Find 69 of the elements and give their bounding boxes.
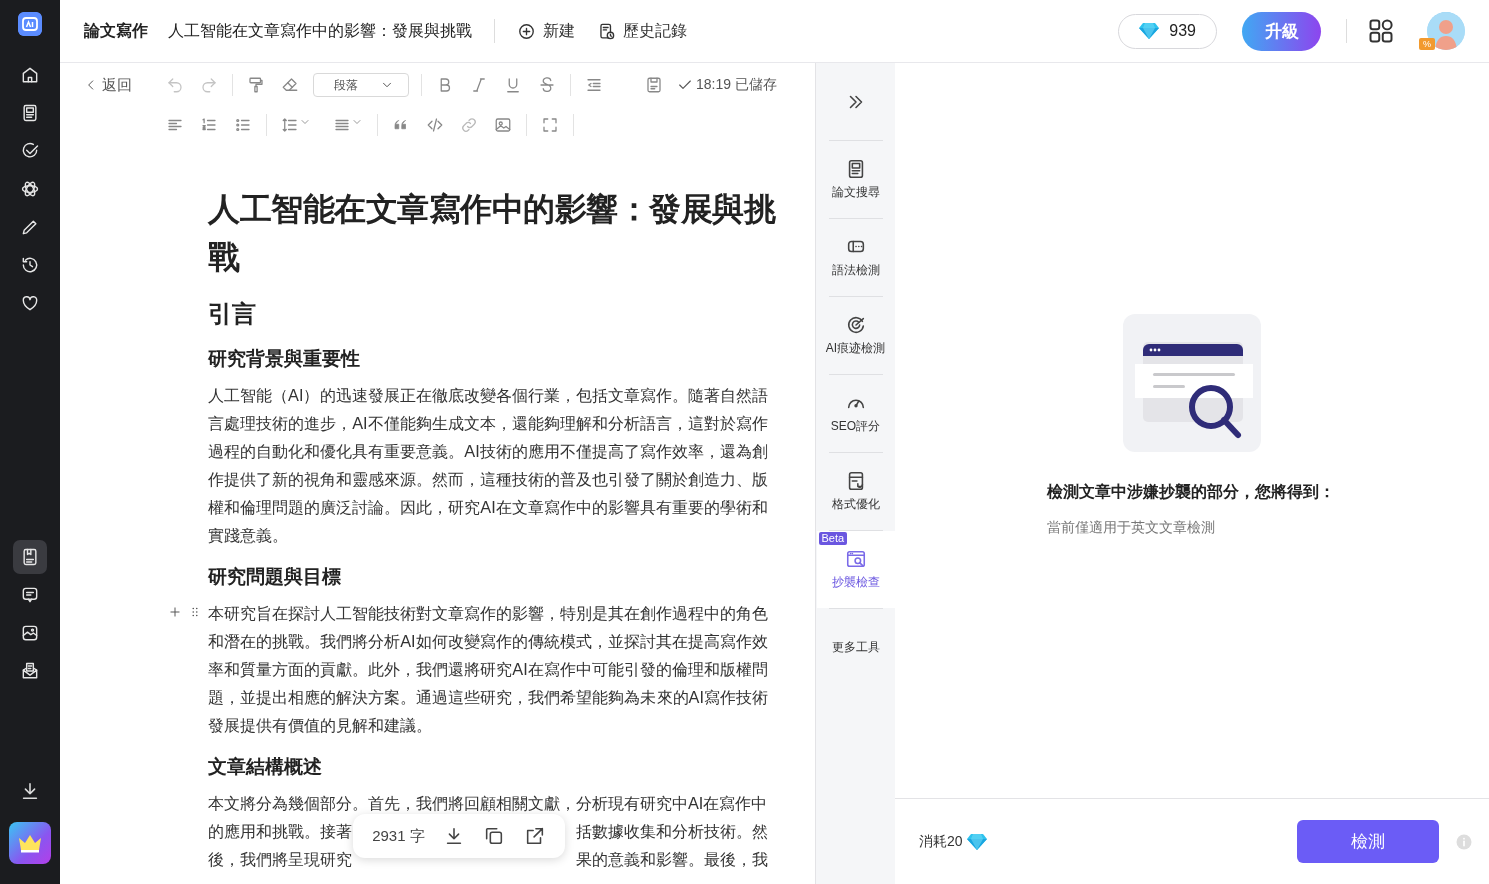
plus-icon[interactable] bbox=[168, 605, 182, 619]
mail-document-icon bbox=[20, 661, 40, 681]
subsection-heading: 文章結構概述 bbox=[208, 755, 323, 779]
discount-badge: % bbox=[1419, 38, 1435, 50]
bullet-list-icon[interactable] bbox=[234, 116, 252, 134]
bookmark-document-nav-item[interactable] bbox=[13, 540, 47, 574]
new-link[interactable]: 新建 bbox=[517, 20, 575, 42]
tool-item[interactable]: 更多工具 bbox=[816, 609, 895, 686]
code-icon[interactable] bbox=[426, 116, 444, 134]
paragraph-line: 後，我們將呈現研究 bbox=[208, 849, 352, 870]
panel-note: 當前僅適用于英文文章檢測 bbox=[1047, 519, 1216, 537]
document-heading: 人工智能在文章寫作中的影響：發展與挑戰 bbox=[208, 190, 776, 277]
paragraph-line: 果的意義和影響。最後，我 bbox=[576, 849, 768, 870]
plus-circle-icon bbox=[517, 21, 536, 41]
line-height-icon[interactable] bbox=[281, 116, 299, 134]
paragraph-line: 括數據收集和分析技術。然 bbox=[576, 821, 768, 842]
document-title: 人工智能在文章寫作中的影響：發展與挑戰 bbox=[168, 20, 472, 41]
check-circle-icon bbox=[20, 141, 40, 161]
link-icon[interactable] bbox=[460, 116, 478, 134]
history-document-icon bbox=[597, 21, 616, 41]
diamond-icon bbox=[966, 832, 987, 851]
word-count: 2931 字 bbox=[372, 826, 425, 846]
tool-item[interactable]: 論文搜尋 bbox=[816, 141, 895, 218]
tool-item[interactable]: 格式優化 bbox=[816, 453, 895, 530]
image-icon bbox=[20, 623, 40, 643]
history-icon bbox=[20, 255, 40, 275]
format-painter-icon[interactable] bbox=[247, 76, 265, 94]
strikethrough-icon[interactable] bbox=[538, 76, 556, 94]
home-icon bbox=[20, 65, 40, 85]
beta-badge: Beta bbox=[818, 532, 848, 545]
outdent-icon[interactable] bbox=[585, 76, 603, 94]
upgrade-button[interactable]: 升級 bbox=[1242, 11, 1321, 51]
section-heading: 引言 bbox=[208, 299, 257, 329]
detect-button[interactable]: 檢測 bbox=[1297, 820, 1439, 863]
chat-icon bbox=[20, 585, 40, 605]
app-logo[interactable] bbox=[18, 12, 42, 36]
image-icon[interactable] bbox=[494, 116, 512, 134]
apps-grid-icon[interactable] bbox=[1367, 17, 1395, 45]
history-link[interactable]: 歷史記錄 bbox=[597, 20, 687, 42]
save-icon[interactable] bbox=[645, 76, 663, 94]
bookmark-document-icon bbox=[20, 547, 40, 567]
document-icon bbox=[20, 103, 40, 123]
back-link[interactable]: 返回 bbox=[84, 75, 132, 95]
underline-icon[interactable] bbox=[504, 76, 522, 94]
save-status: 18:19 已儲存 bbox=[677, 76, 777, 94]
italic-icon[interactable] bbox=[470, 76, 488, 94]
atom-icon bbox=[20, 179, 40, 199]
window-search-icon bbox=[844, 548, 867, 570]
tool-item[interactable]: AI痕迹檢測 bbox=[816, 297, 895, 374]
subsection-heading: 研究問題與目標 bbox=[208, 565, 342, 589]
panel-heading: 檢測文章中涉嫌抄襲的部分，您將得到： bbox=[1047, 482, 1336, 502]
paragraph-line: 的應用和挑戰。接著 bbox=[208, 821, 352, 842]
tool-item[interactable]: SEO評分 bbox=[816, 375, 895, 452]
heart-icon bbox=[20, 293, 40, 313]
crown-icon bbox=[17, 833, 43, 853]
paragraph: 人工智能（AI）的迅速發展正在徹底改變各個行業，包括文章寫作。隨著自然語言處理技術的進步，AI不僅能夠生成文本，還能夠理解和分析語言，這對於寫作過程的自動化和優化具有重要意義。AI技術的應用不僅提高了寫作效率，還為創作提供了新的視角和靈感來源。然而，這種技術的普及也引發了關於創造力、版權和倫理問題的廣泛討論。因此，研究AI在文章寫作中的影響具有重要的學術和實踐意義。 bbox=[208, 385, 768, 546]
eraser-icon[interactable] bbox=[281, 76, 299, 94]
crown-button[interactable] bbox=[9, 822, 51, 864]
subsection-heading: 研究背景與重要性 bbox=[208, 347, 361, 371]
fullscreen-icon[interactable] bbox=[541, 116, 559, 134]
tool-item[interactable]: 語法檢測 bbox=[816, 219, 895, 296]
paragraph: 本研究旨在探討人工智能技術對文章寫作的影響，特別是其在創作過程中的角色和潛在的挑戰。我們將分析AI如何改變寫作的傳統模式，並探討其在提高寫作效率和質量方面的貢獻。此外，我們還將研究AI在寫作中可能引發的倫理和版權問題，並提出相應的解決方案。通過這些研究，我們希望能夠為未來的AI寫作技術發展提供有價值的見解和建議。 bbox=[208, 603, 768, 736]
section-title: 論文寫作 bbox=[84, 20, 148, 41]
paragraph-line: 本文將分為幾個部分。首先，我們將回顧相關文獻，分析現有研究中AI在寫作中 bbox=[208, 793, 768, 814]
block-style-dropdown[interactable]: 段落 bbox=[313, 73, 409, 97]
diamond-icon bbox=[1139, 22, 1160, 40]
tool-item[interactable]: Beta 抄襲檢查 bbox=[816, 531, 895, 608]
pencil-icon bbox=[20, 217, 40, 237]
cost-label: 消耗20 bbox=[919, 832, 963, 851]
